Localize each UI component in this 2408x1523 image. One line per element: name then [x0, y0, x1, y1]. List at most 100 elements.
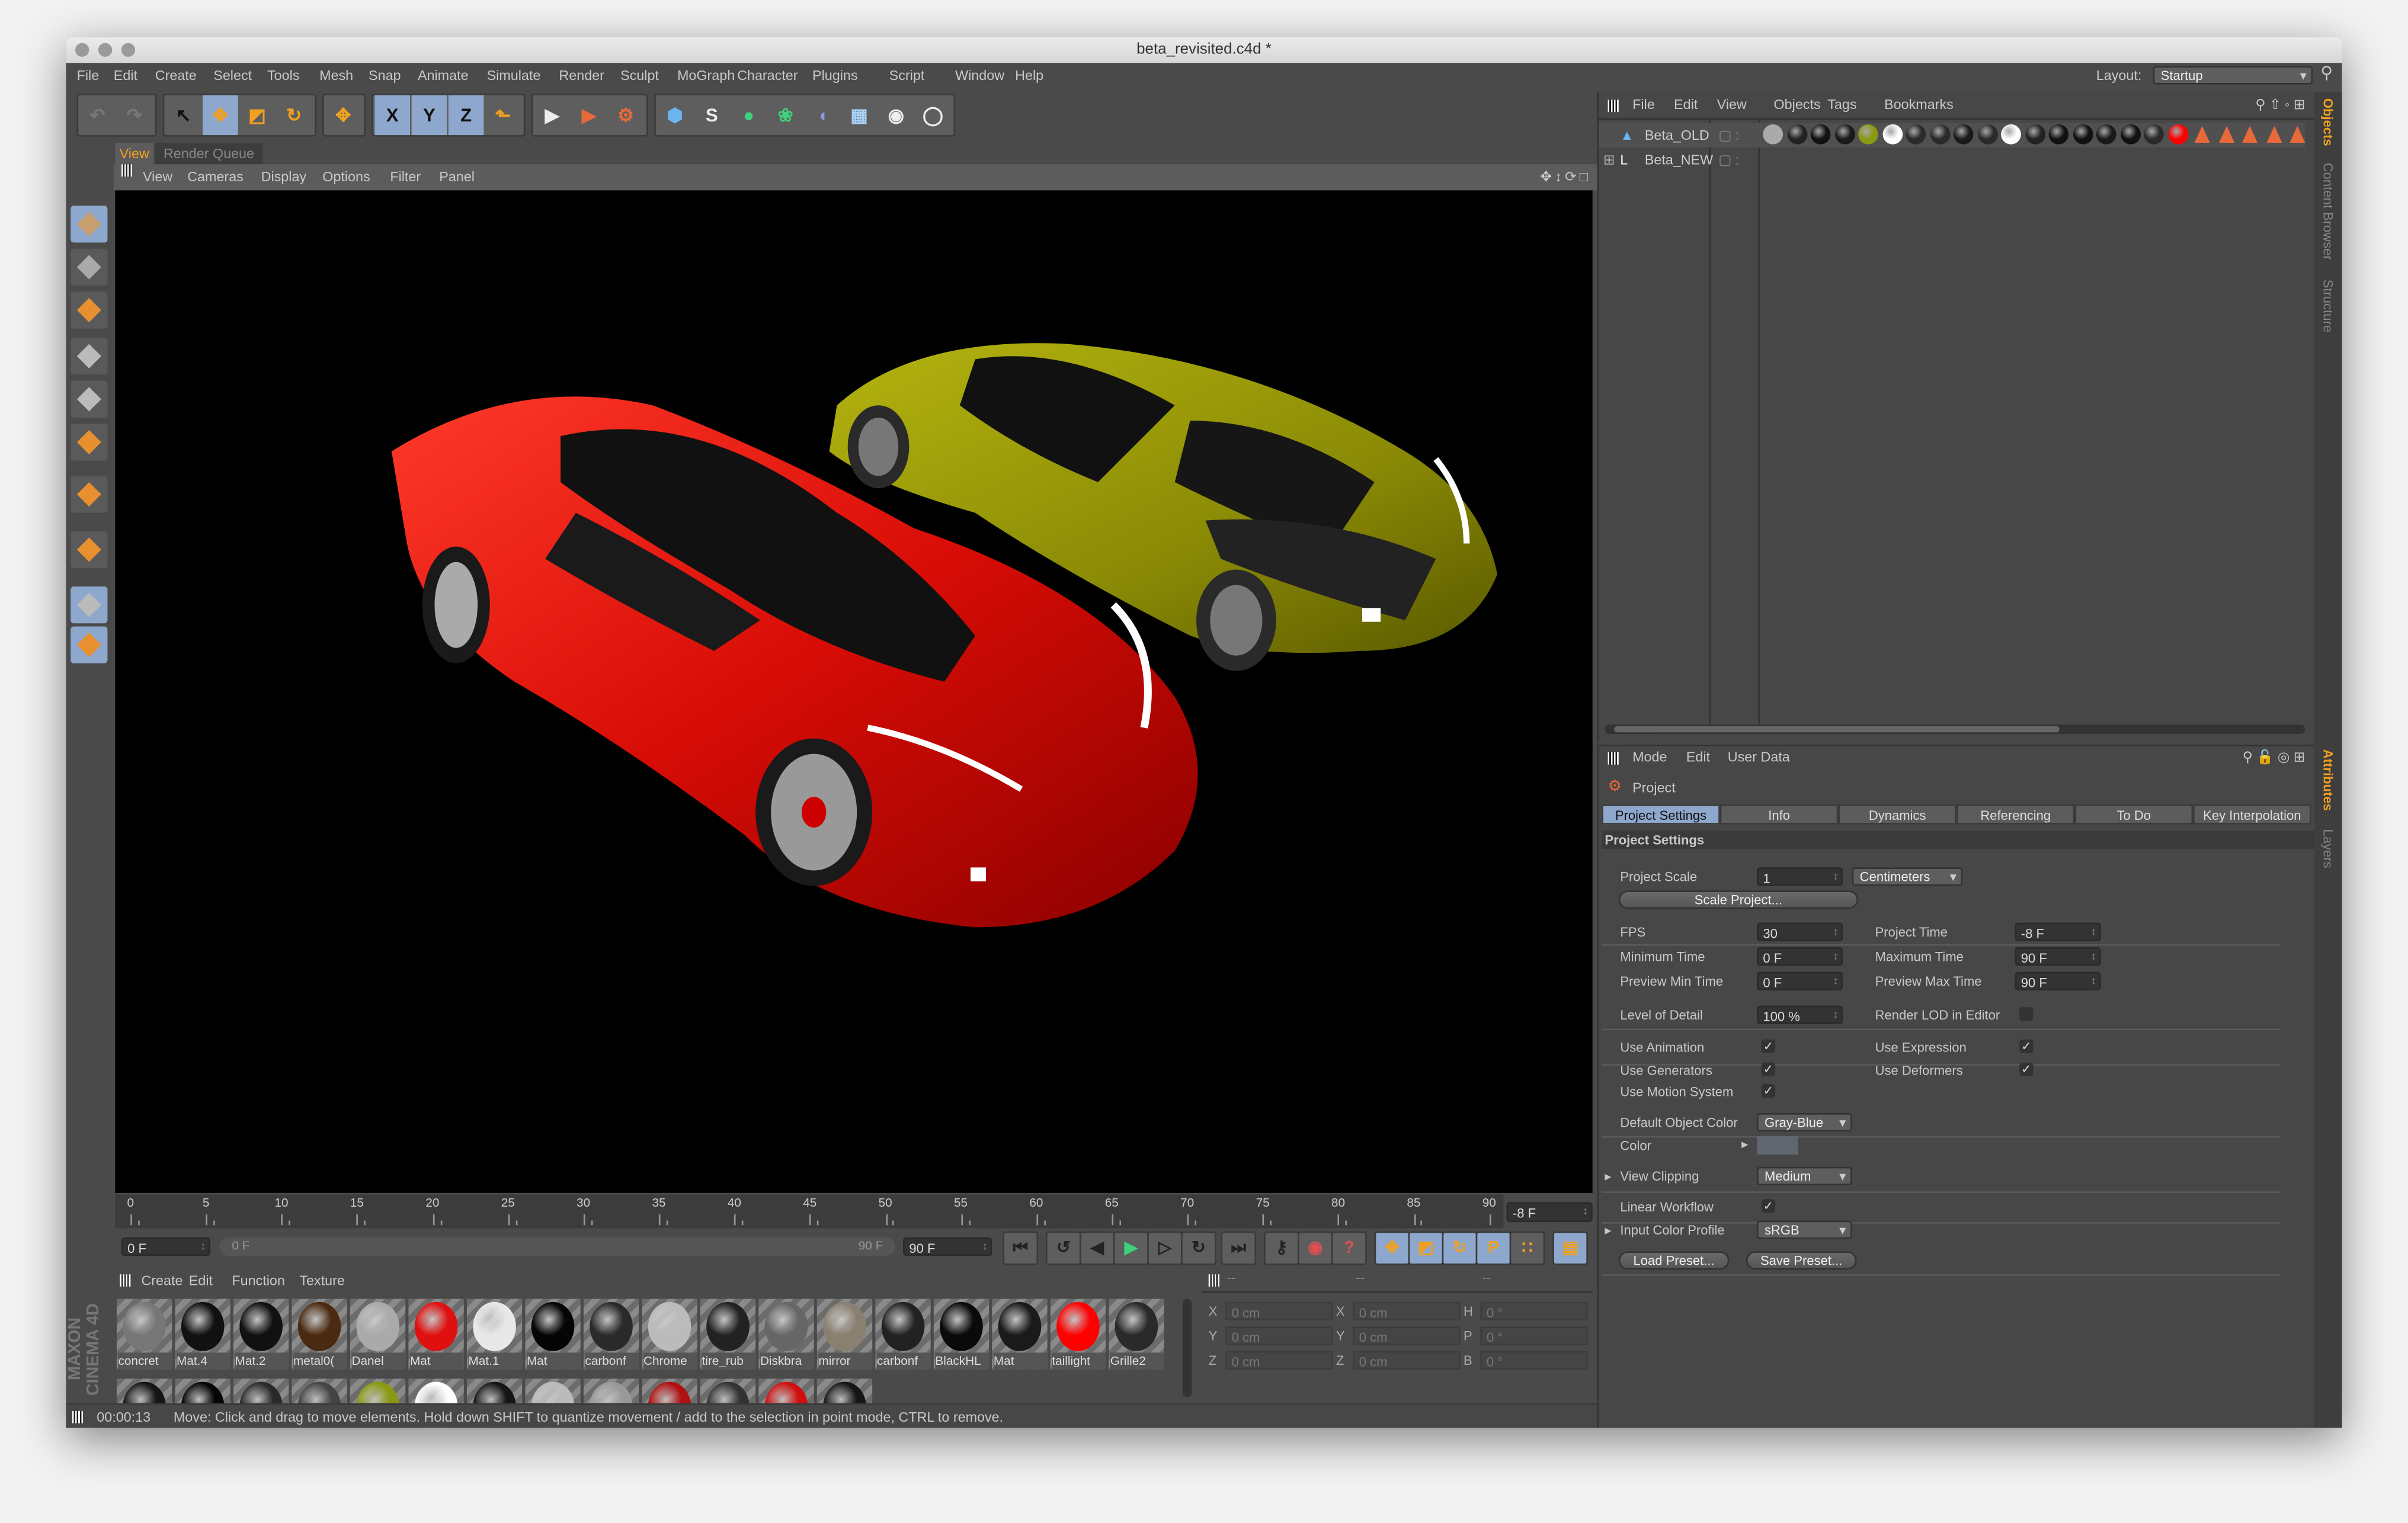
menu-file[interactable]: File [77, 63, 100, 89]
go-to-start-icon[interactable]: ⏮ [1003, 1231, 1039, 1265]
attribute-manager-icons[interactable]: ⚲ 🔓 ◎ ⊞ [2243, 746, 2305, 769]
material-tag-icon[interactable] [1929, 124, 1950, 145]
scale-icon[interactable]: ◩ [239, 95, 275, 135]
material-tag-icon[interactable] [2119, 124, 2140, 145]
minimum-time-field[interactable]: 0 F [1757, 947, 1843, 967]
object-menu-tags[interactable]: Tags [1827, 92, 1856, 118]
object-name[interactable]: Beta_OLD [1645, 123, 1709, 147]
object-name[interactable]: Beta_NEW [1645, 148, 1713, 172]
previous-key-icon[interactable]: ↺ [1046, 1231, 1081, 1265]
expand-arrow-icon[interactable]: ▸ [1605, 1168, 1611, 1185]
recent-tool-icon[interactable]: ✥ [325, 95, 361, 135]
side-tab-structure[interactable]: Structure [2320, 280, 2336, 332]
y-axis-icon[interactable]: Y [411, 95, 447, 136]
workplane-lock-icon-button[interactable] [71, 586, 108, 624]
material-scrollbar[interactable] [1182, 1298, 1192, 1397]
current-frame-field[interactable]: -8 F [1506, 1202, 1593, 1223]
end-frame-field[interactable]: 90 F [902, 1237, 992, 1258]
z-axis-icon[interactable]: Z [448, 95, 484, 136]
use-generators-checkbox[interactable]: ✓ [1761, 1062, 1776, 1076]
scale-project-button[interactable]: Scale Project... [1618, 890, 1859, 909]
material-menu-texture[interactable]: Texture [299, 1268, 344, 1293]
viewport-menu-panel[interactable]: Panel [439, 164, 475, 190]
cloner-icon[interactable]: ❀ [768, 95, 803, 135]
coordinate-field-z[interactable]: 0 cm [1353, 1351, 1461, 1370]
coordinate-field-x[interactable]: 0 cm [1225, 1301, 1333, 1320]
menu-help[interactable]: Help [1015, 63, 1043, 89]
material-tag-icon[interactable] [2167, 124, 2188, 145]
material-tag-icon[interactable] [1882, 124, 1902, 145]
keyframe-selection-icon[interactable]: ? [1331, 1231, 1367, 1265]
material-swatch[interactable]: Mat.2 [233, 1298, 289, 1370]
tab-render-queue[interactable]: Render Queue [155, 143, 263, 165]
cube-icon[interactable]: ⬢ [657, 95, 693, 135]
project-scale-unit-dropdown[interactable]: Centimeters [1852, 867, 1963, 886]
material-tag-icon[interactable] [1810, 124, 1831, 145]
menu-animate[interactable]: Animate [418, 63, 469, 89]
material-swatch[interactable]: Mat.4 [175, 1298, 230, 1370]
snap-icon-button[interactable] [71, 531, 108, 568]
coordinate-system-icon[interactable]: ⬑ [485, 95, 521, 135]
object-menu-objects[interactable]: Objects [1774, 92, 1821, 118]
object-horizontal-scrollbar[interactable] [1605, 724, 2305, 734]
material-tag-icon[interactable] [1858, 124, 1878, 145]
edges-mode-icon-button[interactable] [71, 380, 108, 418]
material-swatch[interactable]: Mat [525, 1298, 581, 1370]
linear-workflow-checkbox[interactable]: ✓ [1761, 1199, 1776, 1213]
side-tab-layers[interactable]: Layers [2320, 829, 2336, 868]
material-tag-icon[interactable] [2025, 124, 2045, 145]
viewport-menu-filter[interactable]: Filter [390, 164, 421, 190]
tab-referencing[interactable]: Referencing [1956, 804, 2075, 825]
material-tag-icon[interactable] [2001, 124, 2021, 145]
coordinate-field-z[interactable]: 0 cm [1225, 1351, 1333, 1370]
key-scale-icon[interactable]: ◩ [1408, 1231, 1444, 1265]
use-deformers-checkbox[interactable]: ✓ [2019, 1062, 2034, 1076]
project-time-field[interactable]: -8 F [2015, 922, 2101, 942]
use-expression-checkbox[interactable]: ✓ [2019, 1039, 2034, 1053]
material-tag-icon[interactable] [1953, 124, 1974, 145]
next-key-icon[interactable]: ↻ [1181, 1231, 1216, 1265]
expand-arrow-icon[interactable]: ▸ [1741, 1136, 1748, 1153]
layout-dropdown[interactable]: Startup [2153, 66, 2313, 85]
visibility-toggle[interactable]: ▢ : [1718, 148, 1739, 172]
coordinate-field-x[interactable]: 0 cm [1353, 1301, 1461, 1320]
menu-mograph[interactable]: MoGraph [677, 63, 735, 89]
phong-tag-icon[interactable] [2266, 126, 2282, 143]
key-parameter-icon[interactable]: P [1475, 1231, 1512, 1265]
next-frame-icon[interactable]: ▷ [1147, 1231, 1183, 1265]
axis-mode-icon-button[interactable] [71, 476, 108, 513]
material-tag-icon[interactable] [1834, 124, 1855, 145]
minimize-window-button[interactable] [98, 43, 113, 57]
preview-min-time-field[interactable]: 0 F [1757, 971, 1843, 992]
previous-frame-icon[interactable]: ◀ [1080, 1231, 1115, 1265]
material-tag-icon[interactable] [1786, 124, 1807, 145]
material-swatch[interactable]: Mat.1 [466, 1298, 523, 1370]
menu-mesh[interactable]: Mesh [319, 63, 353, 89]
material-tag-icon[interactable] [1763, 124, 1783, 145]
view-clipping-dropdown[interactable]: Medium [1757, 1166, 1852, 1185]
material-swatch[interactable]: carbonf [875, 1298, 931, 1370]
object-menu-view[interactable]: View [1717, 92, 1747, 118]
key-point-level-icon[interactable]: ∷ [1509, 1231, 1545, 1265]
phong-tag-icon[interactable] [2194, 126, 2210, 143]
save-preset-button[interactable]: Save Preset... [1746, 1251, 1857, 1270]
close-window-button[interactable] [75, 43, 89, 57]
material-tag-icon[interactable] [2144, 124, 2164, 145]
go-to-end-icon[interactable]: ⏭ [1221, 1231, 1257, 1265]
material-menu-create[interactable]: Create [141, 1268, 182, 1293]
viewport-menu-options[interactable]: Options [322, 164, 370, 190]
move-icon[interactable]: ✥ [203, 95, 238, 136]
viewport-menu-cameras[interactable]: Cameras [187, 164, 244, 190]
material-menu-function[interactable]: Function [232, 1268, 284, 1293]
start-frame-field[interactable]: 0 F [121, 1237, 211, 1258]
menu-simulate[interactable]: Simulate [487, 63, 541, 89]
coordinate-field-b[interactable]: 0 ° [1480, 1351, 1588, 1370]
phong-tag-icon[interactable] [2289, 126, 2305, 143]
object-row-beta-old[interactable]: ▲ Beta_OLD ▢ : [1599, 123, 2305, 148]
material-menu-edit[interactable]: Edit [189, 1268, 213, 1293]
attribute-menu-user-data[interactable]: User Data [1728, 746, 1790, 769]
coordinate-field-h[interactable]: 0 ° [1480, 1301, 1588, 1320]
preview-range-slider[interactable]: 0 F 90 F [219, 1237, 896, 1256]
preview-max-time-field[interactable]: 90 F [2015, 971, 2101, 992]
render-picture-viewer-icon[interactable]: ▶ [571, 95, 607, 135]
